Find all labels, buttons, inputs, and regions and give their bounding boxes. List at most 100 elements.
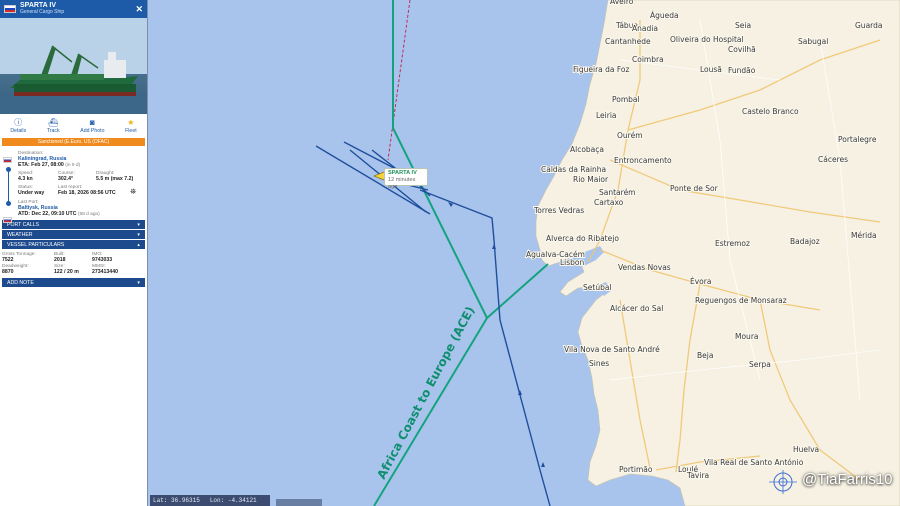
place-label: Alcobaça xyxy=(570,145,604,154)
place-label: Vendas Novas xyxy=(618,263,671,272)
voyage-info: Destination: Kaliningrad, Russia ETA: Fe… xyxy=(0,149,147,223)
eta-row: ETA: Feb 27, 08:00 (in 9 d) xyxy=(18,162,81,168)
chevron-down-icon: ▾ xyxy=(137,221,140,228)
chevron-down-icon: ▾ xyxy=(137,279,140,286)
place-label: Cantanhede xyxy=(605,37,651,46)
place-label: Ourém xyxy=(617,131,643,140)
voyage-dot-start xyxy=(6,167,11,172)
speed-value: 4.3 kn xyxy=(18,176,33,182)
map-viewport[interactable]: Africa Coast to Europe (ACE) Aveiro Águed… xyxy=(0,0,900,506)
watermark: @TiaFarris10 xyxy=(802,471,893,488)
built-value: 2018 xyxy=(54,257,66,263)
course-value: 302.4° xyxy=(58,176,74,182)
track-button[interactable]: ⛴ Track xyxy=(47,118,60,134)
fleet-button[interactable]: ★ Fleet xyxy=(125,118,137,134)
vessel-particulars-section[interactable]: VESSEL PARTICULARS ▴ xyxy=(2,240,145,249)
place-label: Leiria xyxy=(596,111,617,120)
chevron-up-icon: ▴ xyxy=(137,241,140,248)
place-label: Badajoz xyxy=(790,237,820,246)
place-label: Portalegre xyxy=(838,135,877,144)
coordinate-readout: Lat: 36.96315 Lon: -4.34121 xyxy=(150,495,270,506)
vessel-panel: SPARTA IV General Cargo Ship ✕ ⓘ Details… xyxy=(0,0,148,506)
voyage-dot-end xyxy=(6,201,11,206)
last-port-flag-icon xyxy=(3,217,12,223)
place-label: Moura xyxy=(735,332,759,341)
camera-icon: ◙ xyxy=(89,118,95,127)
motion-row: Speed: 4.3 kn Course: 302.4° Draught: 5.5 m… xyxy=(18,171,143,182)
port-calls-section[interactable]: PORT CALLS ▾ xyxy=(2,220,145,229)
place-label: Guarda xyxy=(855,21,882,30)
lat-readout: Lat: 36.96315 xyxy=(153,497,200,504)
ship-photo-icon xyxy=(0,18,147,114)
place-label: Lousã xyxy=(700,65,722,74)
place-label: Mérida xyxy=(851,231,877,240)
place-label: Rio Maior xyxy=(573,175,609,184)
vessel-tooltip-name: SPARTA IV xyxy=(388,170,417,176)
place-label: Torres Vedras xyxy=(533,206,584,215)
size-value: 122 / 20 m xyxy=(54,269,79,275)
atd-value: Dec 22, 09:10 UTC xyxy=(31,211,77,217)
track-icon: ⛴ xyxy=(48,118,59,127)
place-label: Águeda xyxy=(650,11,679,20)
vessel-photo[interactable] xyxy=(0,18,147,114)
place-label: Figueira da Foz xyxy=(573,65,630,74)
place-label: Reguengos de Monsaraz xyxy=(695,296,787,305)
place-label: Cáceres xyxy=(818,155,848,164)
voyage-rail xyxy=(8,169,9,203)
place-label: Alcácer do Sal xyxy=(610,304,663,313)
place-label: Aveiro xyxy=(610,0,634,6)
weather-section[interactable]: WEATHER ▾ xyxy=(2,230,145,239)
place-label: Oliveira do Hospital xyxy=(670,35,744,44)
eta-value: Feb 27, 08:00 xyxy=(31,162,64,168)
place-label: Huelva xyxy=(793,445,819,454)
place-label: Caldas da Rainha xyxy=(541,165,606,174)
eta-relative: (in 9 d) xyxy=(65,163,81,168)
draught-value: 5.5 m (max 7.2) xyxy=(96,176,134,182)
atd-relative: (58 d ago) xyxy=(77,212,100,217)
place-label: Anadia xyxy=(632,24,658,33)
add-note-section[interactable]: ADD NOTE ▾ xyxy=(2,278,145,287)
atd-row: ATD: Dec 22, 09:10 UTC (58 d ago) xyxy=(18,211,100,217)
lon-readout: Lon: -4.34121 xyxy=(209,497,257,504)
place-label: Castelo Branco xyxy=(742,107,799,116)
vessel-type: General Cargo Ship xyxy=(20,9,65,15)
details-button[interactable]: ⓘ Details xyxy=(10,118,26,134)
destination-flag-icon xyxy=(3,157,12,163)
vessel-tooltip-time: 12 minutes ago xyxy=(388,177,416,190)
place-label: Alverca do Ribatejo xyxy=(546,234,619,243)
deadweight-value: 8870 xyxy=(2,269,14,275)
chevron-down-icon: ▾ xyxy=(137,231,140,238)
place-label: Vila Nova de Santo André xyxy=(564,345,660,354)
vessel-tooltip[interactable]: SPARTA IV 12 minutes ago xyxy=(384,168,428,190)
place-label: Beja xyxy=(697,351,713,360)
place-label: Lisbon xyxy=(560,258,585,267)
place-label: Ponte de Sor xyxy=(670,184,719,193)
place-label: Tavira xyxy=(686,471,709,480)
place-label: Pombal xyxy=(612,95,640,104)
vessel-name: SPARTA IV xyxy=(20,2,57,9)
place-label: Sines xyxy=(589,359,609,368)
russia-flag-icon xyxy=(4,5,16,13)
sanction-badge[interactable]: Sanctioned (E.Euro. US (OFAC) xyxy=(2,138,145,146)
place-label: Covilhã xyxy=(728,45,756,54)
add-photo-button[interactable]: ◙ Add Photo xyxy=(80,118,104,134)
close-icon[interactable]: ✕ xyxy=(135,4,143,15)
place-label: Entroncamento xyxy=(614,156,672,165)
info-icon: ⓘ xyxy=(14,118,23,127)
place-label: Cartaxo xyxy=(594,198,624,207)
status-row: Status: Under way Last report: Feb 18, 202… xyxy=(18,185,143,197)
gross-tonnage-value: 7522 xyxy=(2,257,14,263)
place-label: Fundão xyxy=(728,66,756,75)
scale-bar xyxy=(276,499,322,506)
place-label: Seia xyxy=(735,21,751,30)
place-label: Évora xyxy=(690,277,711,286)
status-value: Under way xyxy=(18,190,45,196)
particulars-grid: Gross Tonnage: 7522 Built: 2018 IMO: 974303… xyxy=(0,250,147,277)
mmsi-value: 273413440 xyxy=(92,269,118,275)
place-label: Estremoz xyxy=(715,239,750,248)
panel-header: SPARTA IV General Cargo Ship ✕ xyxy=(0,0,147,18)
place-label: Vila Real de Santo António xyxy=(704,458,804,467)
imo-value: 9743033 xyxy=(92,257,113,263)
last-report-value: Feb 18, 2026 08:56 UTC xyxy=(58,190,116,196)
place-label: Santarém xyxy=(599,188,636,197)
